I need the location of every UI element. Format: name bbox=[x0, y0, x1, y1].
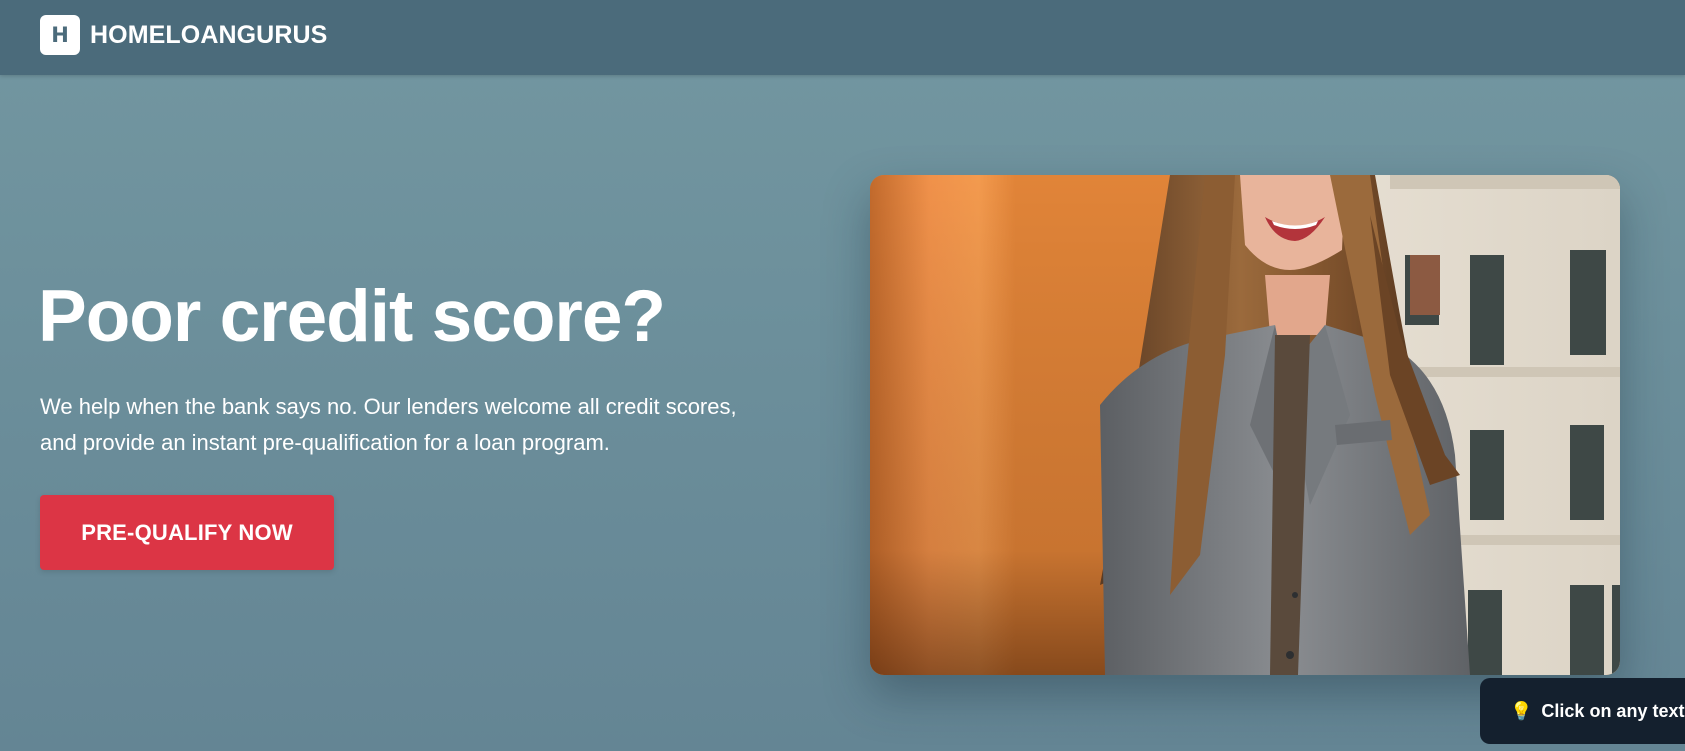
hero-subtitle: We help when the bank says no. Our lende… bbox=[40, 389, 820, 461]
hero-subtitle-line-2: and provide an instant pre-qualification… bbox=[40, 430, 610, 455]
site-header: H HOMELOANGURUS bbox=[0, 0, 1685, 75]
tooltip-text: Click on any text t bbox=[1541, 700, 1685, 721]
brand-name[interactable]: HOMELOANGURUS bbox=[90, 20, 327, 50]
pre-qualify-button[interactable]: PRE-QUALIFY NOW bbox=[40, 495, 334, 570]
help-tooltip: 💡 Click on any text t bbox=[1480, 678, 1685, 744]
hero-title: Poor credit score? bbox=[38, 276, 666, 357]
hero-subtitle-line-1: We help when the bank says no. Our lende… bbox=[40, 394, 737, 419]
logo-icon[interactable]: H bbox=[40, 15, 80, 55]
lightbulb-icon: 💡 bbox=[1510, 700, 1533, 722]
hero-photo bbox=[870, 175, 1620, 675]
